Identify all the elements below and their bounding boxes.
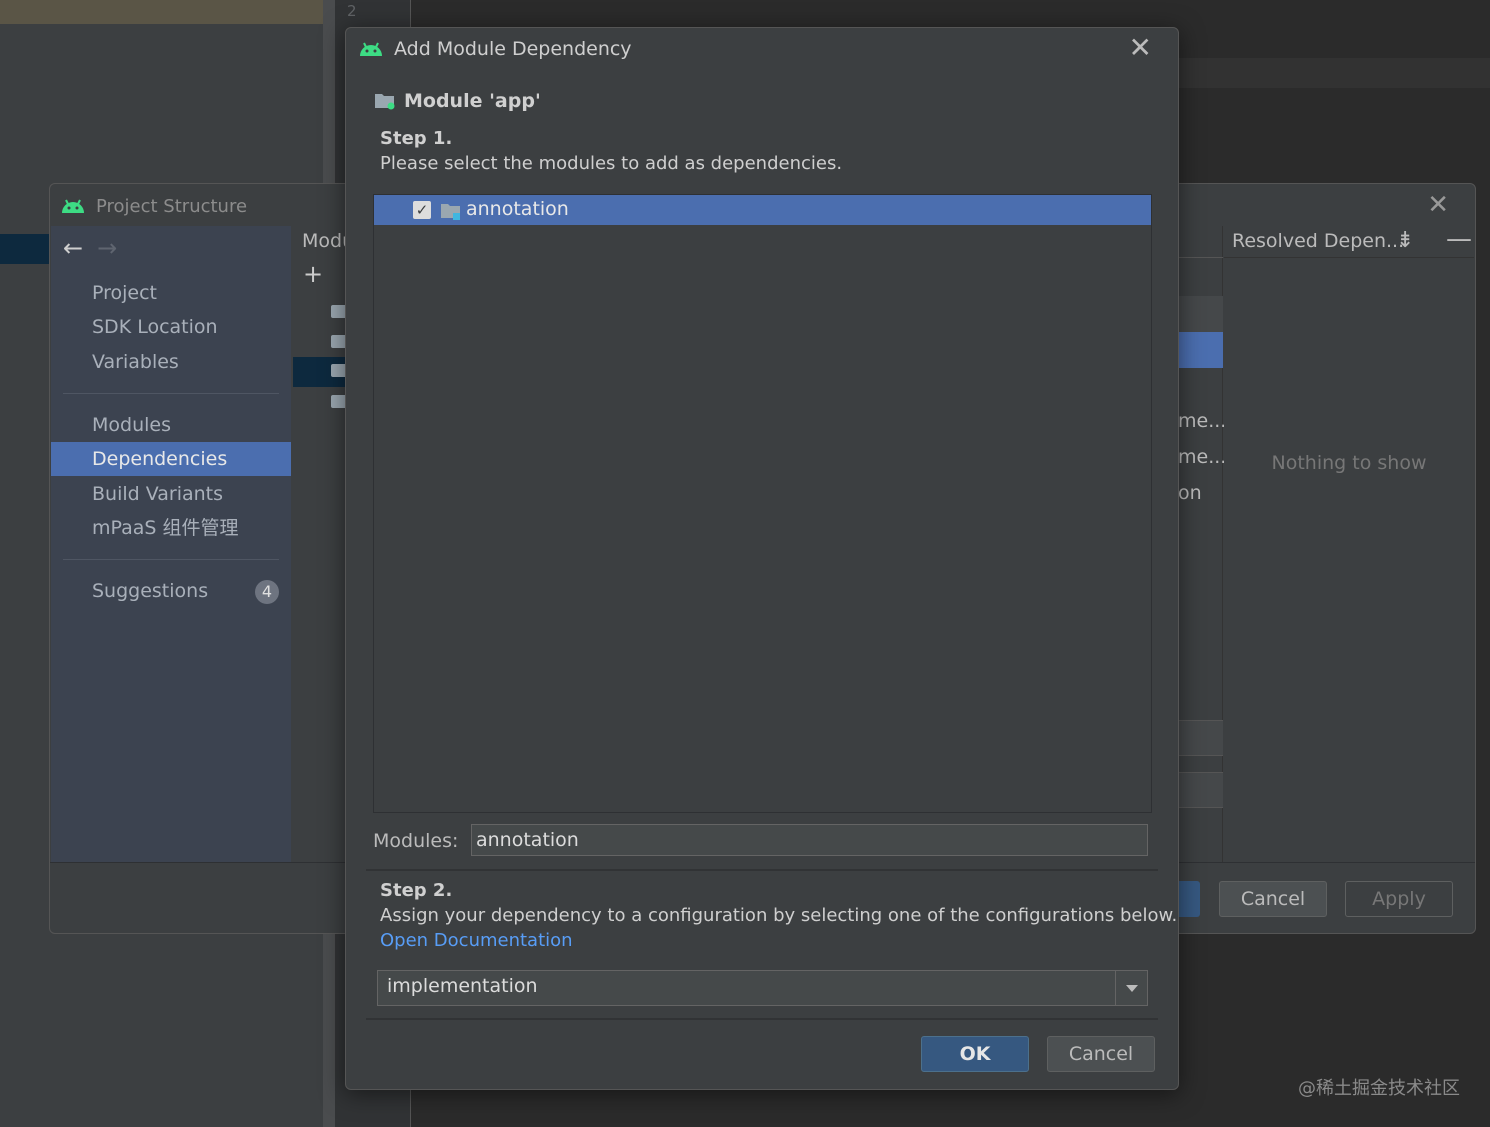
sidebar-item-mpaas[interactable]: mPaaS 组件管理 [51,511,291,545]
ok-button[interactable]: OK [921,1036,1029,1072]
apply-button[interactable]: Apply [1345,881,1453,917]
module-checkbox[interactable]: ✓ [413,201,431,219]
step2-description: Assign your dependency to a configuratio… [380,905,1178,926]
module-row[interactable] [293,298,353,328]
sidebar-item-project[interactable]: Project [51,276,291,310]
ide-selected-row [0,234,50,264]
sidebar-divider [63,393,279,394]
add-module-dependency-dialog: Add Module Dependency ✕ Module 'app' Ste… [345,27,1179,1090]
dependencies-table-edge: me... me... on [1178,226,1227,862]
cancel-button[interactable]: Cancel [1047,1036,1155,1072]
dialog-title: Add Module Dependency [394,38,632,60]
module-list: ✓ annotation [373,194,1152,813]
watermark: @稀土掘金技术社区 [1298,1078,1460,1099]
resolved-dependencies-header: Resolved Depen... ⇟ — [1224,224,1474,258]
modules-column: Modu + [293,226,354,862]
line-number: 2 [347,2,357,20]
modules-label: Modules: [373,830,459,852]
sidebar-item-dependencies[interactable]: Dependencies [51,442,291,476]
modules-field[interactable] [471,824,1148,856]
footer-divider [366,1018,1158,1020]
module-heading: Module 'app' [374,90,541,112]
module-heading-text: Module 'app' [404,90,541,112]
project-structure-title: Project Structure [96,195,248,217]
ide-panel-header [0,0,323,24]
close-icon[interactable]: ✕ [1129,34,1152,62]
sidebar-item-suggestions[interactable]: Suggestions 4 [51,574,291,608]
configuration-select[interactable]: implementation [377,970,1148,1006]
sidebar-item-modules[interactable]: Modules [51,408,291,442]
collapse-all-icon[interactable]: ⇟ [1396,228,1414,253]
sidebar-item-label: Suggestions [92,580,209,602]
module-row[interactable] [293,357,353,387]
android-icon [360,42,382,56]
android-icon [62,199,84,213]
section-divider [366,869,1158,871]
table-row-selected[interactable] [1178,332,1223,368]
table-cell: me... [1178,446,1227,468]
resolved-dependencies-panel: Resolved Depen... ⇟ — Nothing to show [1224,224,1474,862]
suggestions-count-badge: 4 [255,580,279,604]
sidebar-divider [63,559,279,560]
add-icon[interactable]: + [303,260,323,288]
folder-icon [441,204,460,220]
step2-title: Step 2. [380,880,453,901]
cancel-button[interactable]: Cancel [1219,881,1327,917]
table-cell: on [1178,482,1202,504]
history-nav: ← → [63,234,117,262]
table-row[interactable] [1178,772,1223,808]
table-row[interactable] [1178,296,1223,332]
configuration-value: implementation [387,975,538,997]
back-arrow-icon[interactable]: ← [63,234,83,262]
open-documentation-link[interactable]: Open Documentation [380,930,573,951]
empty-state-text: Nothing to show [1271,452,1427,474]
step1-title: Step 1. [380,128,453,149]
sidebar-item-sdk-location[interactable]: SDK Location [51,310,291,344]
resolved-dependencies-title: Resolved Depen... [1232,230,1405,252]
project-structure-titlebar: Project Structure [60,194,247,218]
chevron-down-icon[interactable] [1115,971,1147,1005]
module-name: annotation [466,198,569,220]
table-cell: me... [1178,410,1227,432]
sidebar-item-variables[interactable]: Variables [51,345,291,379]
sidebar-item-build-variants[interactable]: Build Variants [51,477,291,511]
module-row[interactable] [293,388,353,418]
table-row[interactable] [1178,720,1223,756]
forward-arrow-icon[interactable]: → [97,234,117,262]
list-item[interactable]: ✓ annotation [374,195,1151,225]
ok-button[interactable] [1178,881,1200,917]
step1-description: Please select the modules to add as depe… [380,153,843,174]
dialog-titlebar: Add Module Dependency [358,38,632,60]
table-header [1178,226,1223,258]
close-icon[interactable]: ✕ [1427,192,1449,218]
module-row[interactable] [293,328,353,358]
minimize-icon[interactable]: — [1446,224,1472,254]
module-folder-icon [375,94,395,110]
project-structure-sidebar: ← → Project SDK Location Variables Modul… [51,226,291,862]
